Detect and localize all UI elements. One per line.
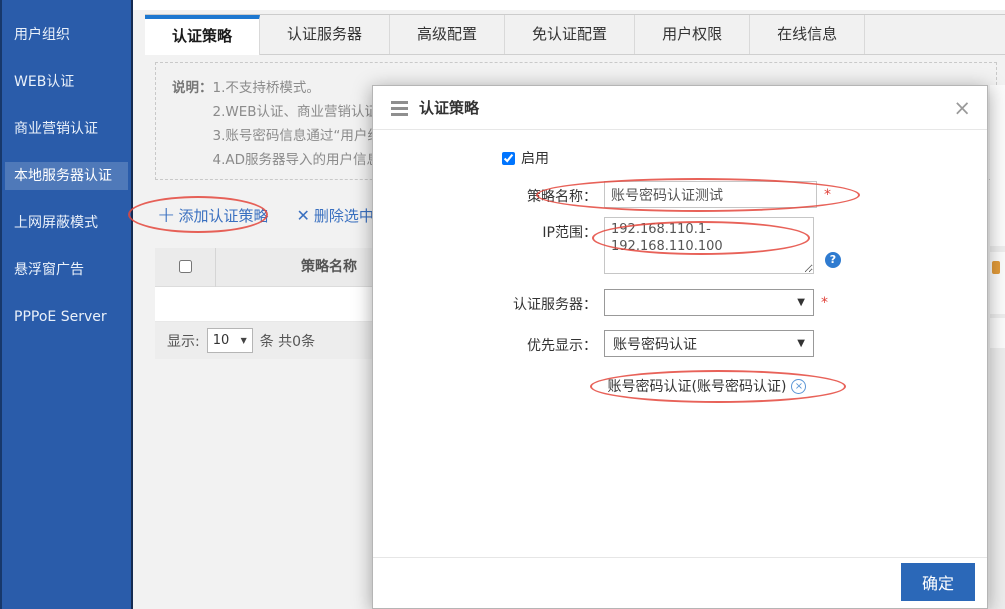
delete-selected-button[interactable]: ✕ 删除选中: [296, 205, 373, 226]
selected-auth-tag: 账号密码认证(账号密码认证) ×: [597, 376, 817, 396]
tag-remove-icon[interactable]: ×: [791, 379, 806, 394]
sidebar-item-web-auth[interactable]: WEB认证: [5, 68, 128, 96]
selected-auth-tag-label: 账号密码认证(账号密码认证): [608, 376, 787, 396]
sidebar-item-user-org[interactable]: 用户组织: [5, 21, 128, 49]
tab-no-auth-config[interactable]: 免认证配置: [505, 15, 635, 54]
pagination-show-label: 显示:: [167, 331, 200, 351]
top-white-strip: [133, 0, 1005, 10]
ip-range-label: IP范围：: [373, 217, 597, 242]
enable-label: 启用: [521, 148, 549, 168]
notice-lines: 1.不支持桥模式。 2.WEB认证、商业营销认证、 3.账号密码信息通过“用户组…: [213, 76, 395, 172]
priority-display-value: 账号密码认证: [613, 334, 697, 354]
chevron-down-icon: ▼: [797, 338, 805, 349]
notice-line: 4.AD服务器导入的用户信息通: [213, 148, 395, 172]
auth-server-row: 认证服务器： ▼ *: [373, 289, 987, 316]
dialog-footer: 确定: [373, 557, 987, 608]
dialog-header: 认证策略 ×: [373, 86, 987, 130]
enable-row: 启用: [502, 148, 549, 168]
notice-line: 1.不支持桥模式。: [213, 76, 395, 100]
policy-name-input[interactable]: [604, 181, 817, 208]
priority-display-select[interactable]: 账号密码认证 ▼: [604, 330, 814, 357]
page-size-value: 10: [213, 333, 230, 348]
tab-bar: 认证策略 认证服务器 高级配置 免认证配置 用户权限 在线信息: [145, 14, 1005, 55]
tab-auth-server[interactable]: 认证服务器: [260, 15, 390, 54]
enable-checkbox[interactable]: [502, 152, 515, 165]
auth-server-select[interactable]: ▼: [604, 289, 814, 316]
ip-range-row: IP范围： 192.168.110.1-192.168.110.100: [373, 217, 987, 274]
add-auth-policy-button[interactable]: + 添加认证策略: [157, 205, 268, 226]
tab-auth-policy[interactable]: 认证策略: [145, 15, 260, 55]
dialog-title: 认证策略: [419, 86, 479, 130]
sidebar: 用户组织 WEB认证 商业营销认证 本地服务器认证 上网屏蔽模式 悬浮窗广告 P…: [0, 0, 133, 609]
select-all-checkbox[interactable]: [179, 260, 192, 273]
notice-line: 2.WEB认证、商业营销认证、: [213, 100, 395, 124]
toolbar: + 添加认证策略 ✕ 删除选中: [157, 205, 374, 226]
sidebar-item-pppoe-server[interactable]: PPPoE Server: [5, 303, 128, 331]
policy-name-label: 策略名称：: [373, 181, 597, 206]
pagination-total-label: 条 共0条: [260, 331, 315, 351]
sidebar-item-block-mode[interactable]: 上网屏蔽模式: [5, 209, 128, 237]
required-asterisk: *: [824, 181, 831, 203]
chevron-down-icon: ▼: [797, 297, 805, 308]
delete-x-icon: ✕: [296, 206, 309, 225]
background-partial-icon: [992, 261, 1000, 274]
background-block: [990, 85, 1005, 246]
help-icon[interactable]: ?: [825, 252, 841, 268]
tab-user-rights[interactable]: 用户权限: [635, 15, 750, 54]
plus-icon: +: [157, 206, 175, 226]
auth-policy-dialog: 认证策略 × 启用 策略名称： * IP范围： 192.168.110.1-19…: [372, 85, 988, 609]
sidebar-item-local-server-auth[interactable]: 本地服务器认证: [5, 162, 128, 190]
delete-selected-label: 删除选中: [314, 205, 374, 226]
background-block: [990, 318, 1005, 348]
tab-online-info[interactable]: 在线信息: [750, 15, 865, 54]
priority-display-label: 优先显示：: [373, 330, 597, 355]
auth-server-label: 认证服务器：: [373, 289, 597, 314]
confirm-button[interactable]: 确定: [901, 563, 975, 601]
background-right-sliver: [990, 85, 1005, 609]
add-auth-policy-label: 添加认证策略: [178, 205, 268, 226]
chevron-down-icon: ▼: [241, 336, 247, 345]
page-size-select[interactable]: 10 ▼: [207, 328, 253, 353]
priority-display-row: 优先显示： 账号密码认证 ▼: [373, 330, 987, 357]
required-asterisk: *: [821, 289, 828, 311]
table-header-checkbox-cell: [155, 258, 215, 277]
sidebar-item-marketing-auth[interactable]: 商业营销认证: [5, 115, 128, 143]
close-icon[interactable]: ×: [953, 95, 971, 121]
tab-advanced-config[interactable]: 高级配置: [390, 15, 505, 54]
menu-icon: [391, 101, 408, 119]
sidebar-items: 用户组织 WEB认证 商业营销认证 本地服务器认证 上网屏蔽模式 悬浮窗广告 P…: [2, 0, 131, 331]
sidebar-item-float-ad[interactable]: 悬浮窗广告: [5, 256, 128, 284]
screen: 用户组织 WEB认证 商业营销认证 本地服务器认证 上网屏蔽模式 悬浮窗广告 P…: [0, 0, 1005, 609]
ip-range-textarea[interactable]: 192.168.110.1-192.168.110.100: [604, 217, 814, 274]
notice-line: 3.账号密码信息通过“用户组织: [213, 124, 395, 148]
table-header-policy-name: 策略名称: [215, 248, 365, 287]
policy-name-row: 策略名称： *: [373, 181, 987, 208]
notice-label: 说明：: [172, 76, 213, 172]
